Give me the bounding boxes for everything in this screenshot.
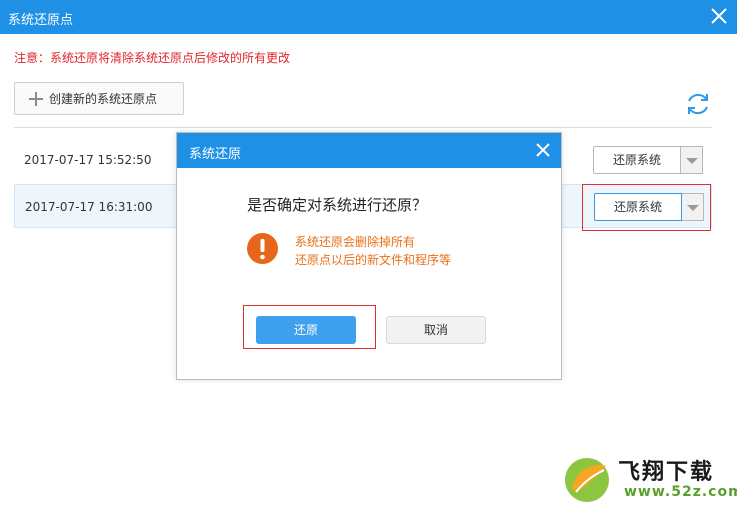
close-icon[interactable] [531,138,555,162]
restore-split-button: 还原系统 [593,146,703,174]
restore-point-date: 2017-07-17 15:52:50 [24,153,152,167]
cancel-button[interactable]: 取消 [386,316,486,344]
dialog-question: 是否确定对系统进行还原？ [247,196,428,214]
refresh-icon[interactable] [683,89,713,119]
create-restore-point-button[interactable]: 创建新的系统还原点 [14,82,184,115]
dialog-title: 系统还原 [189,147,242,162]
watermark-brand: 飞翔下载 [618,460,715,485]
highlight-box-confirm-button [243,305,376,349]
window-title: 系统还原点 [8,13,74,28]
close-icon[interactable] [707,4,731,28]
list-divider [14,127,712,128]
restore-system-button[interactable]: 还原系统 [593,146,681,174]
warning-line: 还原点以后的新文件和程序等 [295,253,452,267]
plus-icon [29,91,43,106]
highlight-box-restore-button [582,184,711,231]
create-restore-point-label: 创建新的系统还原点 [49,92,158,106]
restore-notice: 注意：系统还原将清除系统还原点后修改的所有更改 [14,51,291,65]
chevron-down-icon[interactable] [681,146,703,174]
watermark-domain: www.52z.com [624,484,737,500]
dialog-warning: 系统还原会删除掉所有 还原点以后的新文件和程序等 [295,233,451,269]
exclamation-icon [247,233,278,264]
watermark: 飞翔下载 www.52z.com [562,452,737,506]
leaf-logo-icon [565,458,609,502]
window-titlebar: 系统还原点 [0,0,737,34]
restore-point-date: 2017-07-17 16:31:00 [25,200,153,214]
warning-line: 系统还原会删除掉所有 [295,235,416,249]
dialog-titlebar: 系统还原 [177,133,561,168]
